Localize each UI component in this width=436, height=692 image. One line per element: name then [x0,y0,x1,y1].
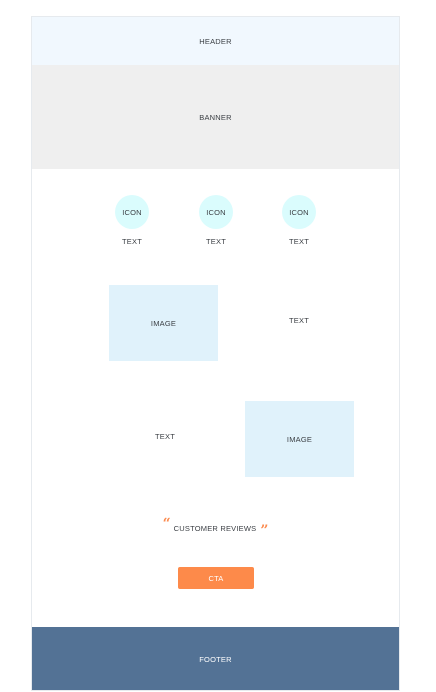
section-text-label: TEXT [155,431,175,441]
section-text-label: TEXT [289,315,309,325]
header: HEADER [32,17,399,65]
banner: BANNER [32,65,399,169]
feature-text: TEXT [289,237,309,246]
close-quote-icon: ” [260,523,269,539]
customer-reviews-label: CUSTOMER REVIEWS [173,523,257,533]
feature-icon: ICON [199,195,233,229]
image-label: IMAGE [286,434,313,444]
footer-label: FOOTER [199,655,232,664]
cta-label: CTA [208,573,224,583]
section-text: TEXT [110,423,220,449]
feature-item: ICON TEXT [196,195,236,246]
customer-reviews: “ CUSTOMER REVIEWS ” [32,517,399,539]
footer: FOOTER [32,627,399,690]
feature-text: TEXT [206,237,226,246]
header-label: HEADER [199,36,232,46]
image-label: IMAGE [150,318,177,328]
feature-item: ICON TEXT [112,195,152,246]
feature-item: ICON TEXT [279,195,319,246]
feature-text: TEXT [122,237,142,246]
section-text: TEXT [244,307,354,333]
image-placeholder: IMAGE [245,401,354,477]
cta-button[interactable]: CTA [178,567,254,589]
feature-icon-label: ICON [206,207,226,217]
feature-icon: ICON [282,195,316,229]
wireframe-page: HEADER BANNER ICON TEXT ICON TEXT ICON T… [31,16,400,691]
open-quote-icon: “ [162,516,171,532]
feature-icon-label: ICON [122,207,142,217]
feature-icon-label: ICON [289,207,309,217]
image-placeholder: IMAGE [109,285,218,361]
banner-label: BANNER [199,112,232,122]
feature-icon: ICON [115,195,149,229]
